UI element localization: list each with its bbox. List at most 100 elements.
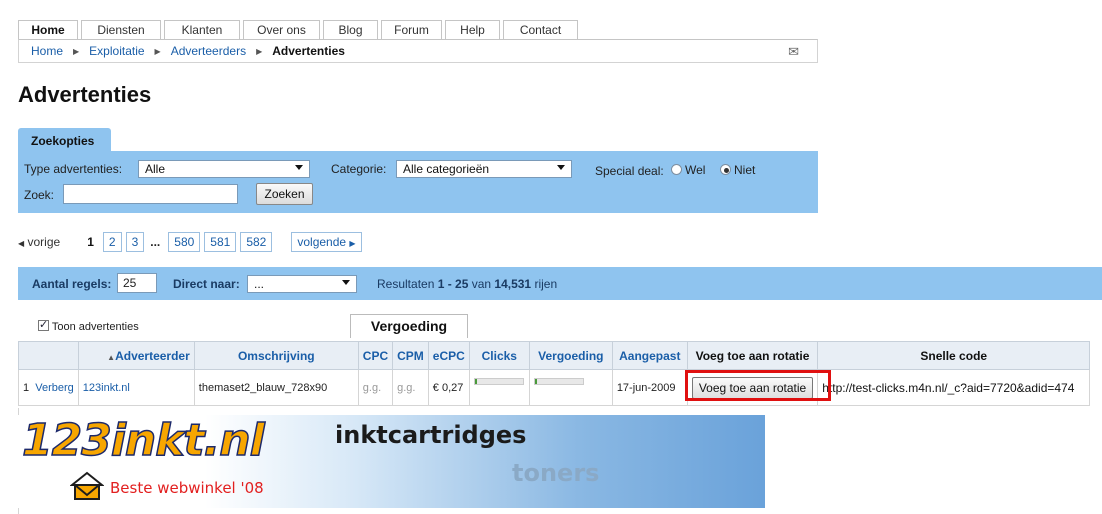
tab-contact[interactable]: Contact bbox=[503, 20, 578, 40]
tab-over-ons[interactable]: Over ons bbox=[243, 20, 320, 40]
cell-ecpc: € 0,27 bbox=[427, 369, 470, 406]
col-aangepast[interactable]: Aangepast bbox=[611, 341, 688, 370]
house-logo-icon bbox=[70, 471, 104, 500]
col-actions bbox=[18, 341, 79, 370]
prev-link[interactable]: ◀ vorige bbox=[18, 235, 60, 249]
cell-clicks bbox=[468, 369, 530, 406]
page-link[interactable]: 3 bbox=[125, 232, 145, 252]
radio-niet-label: Niet bbox=[734, 163, 756, 177]
tab-klanten[interactable]: Klanten bbox=[164, 20, 240, 40]
arrow-right-icon: ▶ bbox=[154, 46, 161, 56]
row-number: 1 bbox=[23, 381, 30, 394]
results-bar: Aantal regels: 25 Direct naar: ... Resul… bbox=[18, 267, 1102, 300]
chevron-down-icon bbox=[342, 280, 350, 285]
tab-zoekopties[interactable]: Zoekopties bbox=[18, 128, 111, 151]
col-adverteerder-label: Adverteerder bbox=[115, 348, 190, 363]
results-van: van bbox=[468, 277, 495, 291]
mail-icon[interactable]: ✉ bbox=[788, 44, 799, 60]
cell-aangepast: 17-jun-2009 bbox=[611, 369, 688, 406]
page-title: Advertenties bbox=[18, 82, 152, 107]
results-count: Resultaten 1 - 25 van 14,531 rijen bbox=[377, 277, 557, 291]
col-snelle-code: Snelle code bbox=[817, 341, 1091, 370]
page-link[interactable]: 2 bbox=[102, 232, 122, 252]
tab-home[interactable]: Home bbox=[18, 20, 78, 40]
aantal-regels-label: Aantal regels: bbox=[32, 277, 112, 291]
sort-up-icon: ▲ bbox=[107, 352, 116, 362]
arrow-right-icon: ▶ bbox=[73, 46, 80, 56]
toon-checkbox[interactable] bbox=[38, 318, 49, 331]
search-input[interactable] bbox=[63, 184, 238, 204]
breadcrumb-home[interactable]: Home bbox=[31, 44, 63, 58]
zoek-label: Zoek: bbox=[24, 188, 55, 202]
aantal-regels-input[interactable]: 25 bbox=[117, 273, 157, 293]
tab-vergoeding[interactable]: Vergoeding bbox=[350, 314, 468, 338]
banner-word-toners: toners bbox=[512, 459, 600, 487]
type-label: Type advertenties: bbox=[24, 162, 123, 176]
arrow-left-icon: ◀ bbox=[18, 239, 25, 248]
adverteerder-link[interactable]: 123inkt.nl bbox=[83, 382, 130, 394]
prev-label: vorige bbox=[27, 235, 61, 249]
type-select-value: Alle bbox=[145, 162, 166, 176]
page-current: 1 bbox=[87, 235, 94, 249]
next-label: volgende bbox=[297, 235, 347, 249]
cell-cpc: g.g. bbox=[357, 369, 394, 406]
row-actions: 1 Verberg bbox=[18, 369, 79, 406]
breadcrumb: Home ▶ Exploitatie ▶ Adverteerders ▶ Advert… bbox=[18, 39, 818, 63]
categorie-label: Categorie: bbox=[331, 162, 387, 176]
radio-wel-circle[interactable] bbox=[671, 164, 682, 175]
chevron-down-icon bbox=[295, 165, 303, 170]
page-ellipsis: ... bbox=[150, 235, 161, 249]
search-panel: Type advertenties: Alle Categorie: Alle … bbox=[18, 151, 818, 213]
arrow-right-icon: ▶ bbox=[349, 239, 356, 248]
table-header-row: ▲Adverteerder Omschrijving CPC CPM eCPC … bbox=[18, 341, 1091, 370]
type-select[interactable]: Alle bbox=[138, 160, 310, 178]
table-row: 1 Verberg 123inkt.nl themaset2_blauw_728… bbox=[18, 369, 1091, 406]
results-rijen: rijen bbox=[531, 277, 558, 291]
col-omschrijving[interactable]: Omschrijving bbox=[193, 341, 359, 370]
breadcrumb-exploitatie[interactable]: Exploitatie bbox=[89, 44, 144, 58]
col-cpm[interactable]: CPM bbox=[392, 341, 429, 370]
tab-blog[interactable]: Blog bbox=[323, 20, 378, 40]
verberg-link[interactable]: Verberg bbox=[35, 382, 74, 394]
toon-advertenties[interactable]: Toon advertenties bbox=[38, 318, 139, 333]
categorie-select-value: Alle categorieën bbox=[403, 162, 490, 176]
special-deal-label: Special deal: bbox=[595, 164, 664, 178]
col-vergoeding[interactable]: Vergoeding bbox=[528, 341, 613, 370]
direct-naar-value: ... bbox=[254, 277, 265, 291]
col-clicks[interactable]: Clicks bbox=[468, 341, 530, 370]
page-link[interactable]: 581 bbox=[204, 232, 237, 252]
banner-tagline: Beste webwinkel '08 bbox=[110, 479, 264, 497]
next-link[interactable]: volgende ▶ bbox=[291, 232, 362, 252]
radio-niet[interactable]: Niet bbox=[720, 163, 755, 177]
clicks-bar bbox=[473, 377, 524, 385]
results-prefix: Resultaten bbox=[377, 277, 438, 291]
tab-help[interactable]: Help bbox=[445, 20, 500, 40]
banner-word-inktcartridges: inktcartridges bbox=[335, 421, 527, 449]
col-adverteerder[interactable]: ▲Adverteerder bbox=[77, 341, 195, 370]
vergoeding-bar bbox=[533, 377, 584, 385]
cell-omschrijving: themaset2_blauw_728x90 bbox=[193, 369, 359, 406]
page-link[interactable]: 580 bbox=[168, 232, 201, 252]
categorie-select[interactable]: Alle categorieën bbox=[396, 160, 572, 178]
toon-label: Toon advertenties bbox=[51, 321, 139, 333]
clicks-bar-fill bbox=[474, 378, 477, 384]
vergoeding-bar-fill bbox=[534, 378, 537, 384]
cell-cpm: g.g. bbox=[392, 369, 429, 406]
radio-niet-circle[interactable] bbox=[720, 164, 731, 175]
page-link[interactable]: 582 bbox=[240, 232, 273, 252]
results-range: 1 - 25 bbox=[437, 277, 469, 291]
pagination: ◀ vorige 1 2 3 ... 580 581 582 volgende … bbox=[18, 232, 366, 252]
breadcrumb-current: Advertenties bbox=[272, 44, 345, 58]
cell-snelle-code[interactable]: http://test-clicks.m4n.nl/_c?aid=7720&ad… bbox=[817, 369, 1091, 406]
results-total: 14,531 bbox=[494, 277, 532, 291]
zoeken-button[interactable]: Zoeken bbox=[256, 183, 313, 205]
col-ecpc[interactable]: eCPC bbox=[427, 341, 470, 370]
ad-banner[interactable]: 123inkt.nl Beste webwinkel '08 inktcartr… bbox=[18, 414, 765, 508]
direct-naar-select[interactable]: ... bbox=[247, 275, 357, 293]
radio-wel[interactable]: Wel bbox=[671, 163, 705, 177]
tab-forum[interactable]: Forum bbox=[381, 20, 442, 40]
tab-diensten[interactable]: Diensten bbox=[81, 20, 161, 40]
breadcrumb-adverteerders[interactable]: Adverteerders bbox=[171, 44, 246, 58]
col-cpc[interactable]: CPC bbox=[357, 341, 394, 370]
advertenties-table: ▲Adverteerder Omschrijving CPC CPM eCPC … bbox=[18, 341, 1091, 406]
